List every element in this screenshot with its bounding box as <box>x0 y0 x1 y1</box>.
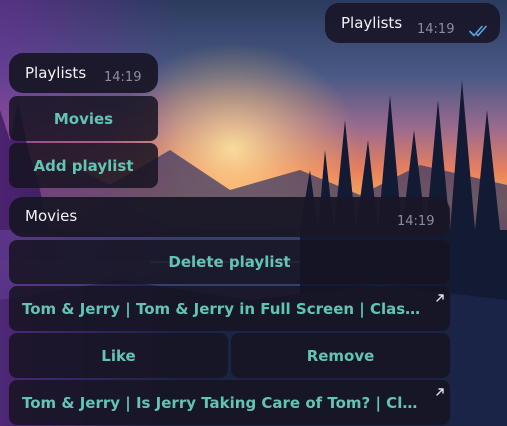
like-button[interactable]: Like <box>9 333 228 378</box>
button-label: Like <box>101 346 136 365</box>
button-label: Delete playlist <box>168 253 291 271</box>
video-link-button-2[interactable]: Tom & Jerry | Is Jerry Taking Care of To… <box>9 380 450 425</box>
message-time: 14:19 <box>417 22 455 37</box>
remove-button[interactable]: Remove <box>231 333 450 378</box>
outgoing-message-bubble[interactable]: Playlists 14:19 <box>325 3 500 43</box>
add-playlist-button[interactable]: Add playlist <box>9 143 158 188</box>
playlists-message-bubble[interactable]: Playlists 14:19 <box>9 53 158 93</box>
movies-message-bubble[interactable]: Movies 14:19 <box>9 197 450 237</box>
external-link-arrow-icon <box>435 383 445 401</box>
button-label: Movies <box>53 109 114 128</box>
double-check-icon <box>469 23 491 41</box>
button-label: Add playlist <box>33 156 134 175</box>
external-link-arrow-icon <box>435 289 445 307</box>
message-time: 14:19 <box>104 70 142 85</box>
button-label: Tom & Jerry | Is Jerry Taking Care of To… <box>22 393 424 412</box>
button-label: Remove <box>306 346 375 365</box>
movies-button[interactable]: Movies <box>9 96 158 141</box>
message-time: 14:19 <box>397 214 435 229</box>
message-text: Movies <box>25 207 78 225</box>
video-link-button-1[interactable]: Tom & Jerry | Tom & Jerry in Full Screen… <box>9 286 450 331</box>
delete-playlist-button[interactable]: Delete playlist <box>9 240 450 284</box>
message-text: Playlists <box>25 64 87 82</box>
message-text: Playlists <box>341 14 403 32</box>
button-label: Tom & Jerry | Tom & Jerry in Full Screen… <box>22 299 424 318</box>
